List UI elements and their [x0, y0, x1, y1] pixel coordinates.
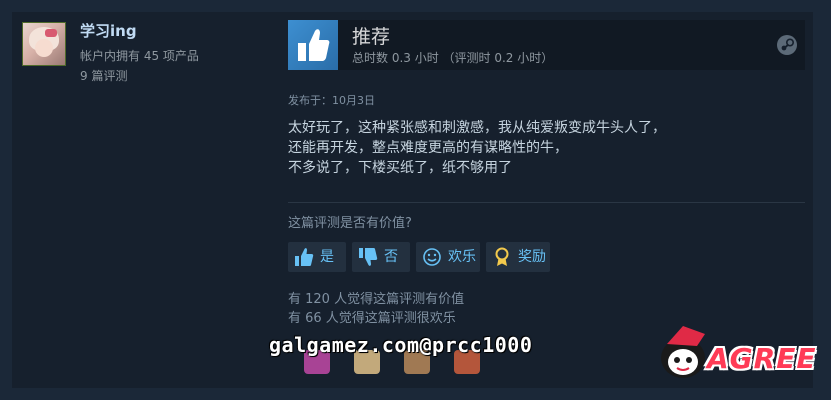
reviews-count[interactable]: 9 篇评测 [80, 66, 199, 86]
author-meta: 帐户内拥有 45 项产品 9 篇评测 [80, 46, 199, 86]
vote-no-button[interactable]: 否 [352, 242, 410, 272]
review-line: 太好玩了，这种紧张感和刺激感，我从纯爱叛变成牛头人了， [288, 120, 666, 136]
thumbs-down-icon [359, 248, 378, 266]
vote-funny-label: 欢乐 [448, 249, 476, 265]
playtime: 总时数 0.3 小时 （评测时 0.2 小时） [352, 51, 554, 65]
posted-date: 发布于：10月3日 [288, 94, 375, 107]
smiley-icon [423, 248, 441, 266]
author-name[interactable]: 学习ing [80, 20, 137, 41]
verdict-title: 推荐 [352, 26, 391, 48]
vote-counts: 有 120 人觉得这篇评测有价值 有 66 人觉得这篇评测很欢乐 [288, 290, 464, 328]
products-owned[interactable]: 帐户内拥有 45 项产品 [80, 46, 199, 66]
agree-logo: AGREE [651, 318, 821, 388]
agree-logo-text: AGREE [707, 342, 817, 375]
vote-yes-label: 是 [320, 249, 334, 265]
thumbs-up-icon [295, 248, 314, 266]
review-line: 还能再开发，整点难度更高的有谋略性的牛， [288, 140, 568, 156]
review-header[interactable]: 推荐 总时数 0.3 小时 （评测时 0.2 小时） [288, 20, 805, 70]
divider [288, 202, 805, 203]
review-line: 不多说了，下楼买纸了，纸不够用了 [288, 160, 512, 176]
vote-yes-button[interactable]: 是 [288, 242, 346, 272]
mascot-icon [661, 326, 705, 378]
award-label: 奖励 [518, 249, 546, 265]
steam-icon [777, 35, 797, 55]
review-body: 太好玩了，这种紧张感和刺激感，我从纯爱叛变成牛头人了， 还能再开发，整点难度更高… [288, 118, 788, 178]
thumbs-up-icon [288, 20, 338, 70]
helpful-count: 有 120 人觉得这篇评测有价值 [288, 292, 465, 307]
avatar[interactable] [22, 22, 66, 66]
watermark-text: galgamez.com@prcc1000 [269, 333, 533, 357]
funny-count: 有 66 人觉得这篇评测很欢乐 [288, 311, 456, 326]
helpful-question: 这篇评测是否有价值? [288, 216, 412, 231]
vote-funny-button[interactable]: 欢乐 [416, 242, 480, 272]
award-ribbon-icon [495, 247, 509, 266]
vote-no-label: 否 [384, 249, 398, 265]
award-button[interactable]: 奖励 [486, 242, 550, 272]
